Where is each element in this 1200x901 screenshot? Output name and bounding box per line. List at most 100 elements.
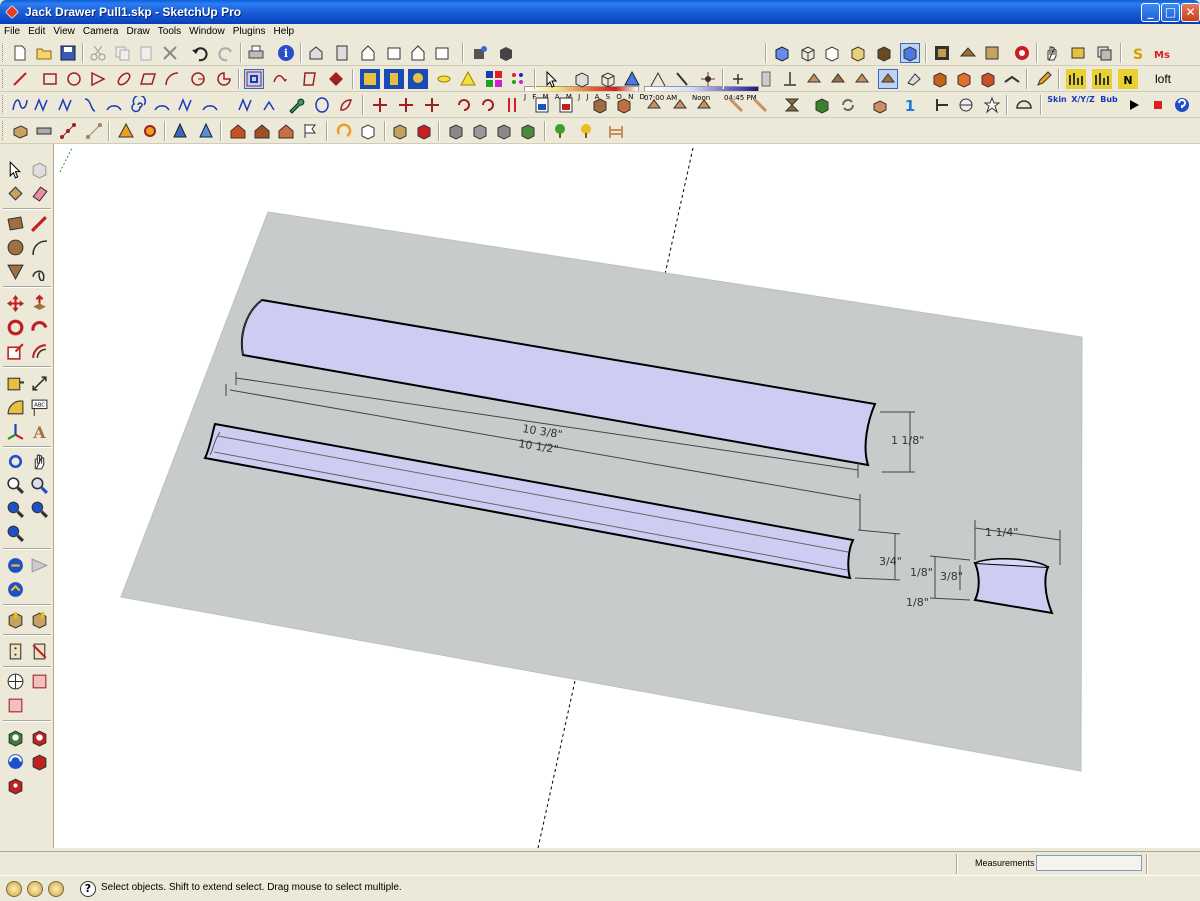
menu-plugins[interactable]: Plugins [229,26,270,37]
sketchy-tool-a-icon[interactable] [804,69,824,89]
box-b-icon[interactable] [614,95,634,115]
move-v-icon[interactable] [396,95,416,115]
eraser-plane-icon[interactable] [904,69,924,89]
stand-icon[interactable] [780,69,800,89]
print-icon[interactable] [246,43,266,63]
toolbar-grip[interactable] [2,69,6,88]
grid-tool-icon[interactable] [384,69,404,89]
rectangle-tool-icon[interactable] [4,212,26,234]
google-earth-4-icon[interactable] [28,750,50,772]
curve-4-icon[interactable] [200,95,220,115]
previous-view-icon[interactable] [28,498,50,520]
copy-icon[interactable] [112,43,132,63]
chain-icon[interactable] [726,95,746,115]
rotate-a-icon[interactable] [454,95,474,115]
block-tool-4-icon[interactable] [1002,69,1022,89]
chart-tool-c-icon[interactable]: N [1118,69,1138,89]
tree-icon[interactable] [550,121,570,141]
materials-icon[interactable] [958,43,978,63]
grid-cube-2-icon[interactable] [470,121,490,141]
toolbar-grip[interactable] [2,43,6,62]
curve-tool-icon[interactable] [80,95,100,115]
zoom-icon[interactable] [4,474,26,496]
house-2-icon[interactable] [252,121,272,141]
curve-5-icon[interactable] [236,95,256,115]
pushpull-tool-icon[interactable] [28,292,50,314]
block-tool-icon[interactable] [930,69,950,89]
cone-icon[interactable] [458,69,478,89]
google-earth-5-icon[interactable] [4,774,26,796]
compass-icon[interactable] [4,670,26,692]
title-bar[interactable]: Jack Drawer Pull1.skp - SketchUp Pro _ □… [0,0,1200,24]
sector-icon[interactable] [188,69,208,89]
section-plane-icon[interactable] [4,608,26,630]
curve-6-icon[interactable] [260,95,280,115]
freehand-icon[interactable] [270,69,290,89]
eraser-icon[interactable] [28,182,50,204]
offset-icon[interactable] [244,69,264,89]
move-n-icon[interactable] [422,95,442,115]
sandbox-2-icon[interactable] [4,694,26,716]
triangle-icon[interactable] [88,69,108,89]
menu-camera[interactable]: Camera [79,26,123,37]
toolbar-grip[interactable] [2,95,6,114]
front-view-icon[interactable] [358,43,378,63]
google-earth-3-icon[interactable] [4,750,26,772]
select-arrow-icon[interactable] [542,69,562,89]
fence-icon[interactable] [606,121,626,141]
zoom-selection-icon[interactable] [4,522,26,544]
box-d-icon[interactable] [670,95,690,115]
xyz-label[interactable]: X/Y/Z [1070,95,1096,115]
user-icon[interactable] [48,881,64,897]
dim-bottom[interactable]: 1/8" [906,596,929,609]
credits-icon[interactable] [27,881,43,897]
line-icon[interactable] [10,69,30,89]
monochrome-icon[interactable] [900,43,920,63]
block-tool-3-icon[interactable] [978,69,998,89]
section-cut-icon[interactable] [28,608,50,630]
close-button[interactable]: ✕ [1181,3,1200,22]
rotate-arc-icon[interactable] [334,121,354,141]
iso-view-icon[interactable] [306,43,326,63]
google-earth-icon[interactable] [4,726,26,748]
right-view-icon[interactable] [384,43,404,63]
cube-white-icon[interactable] [358,121,378,141]
make-component-icon[interactable] [28,158,50,180]
house-icon[interactable] [228,121,248,141]
model-info-icon[interactable]: i [276,43,296,63]
open-folder-icon[interactable] [34,43,54,63]
box-3d-icon[interactable] [572,69,592,89]
open-box-icon[interactable] [870,95,890,115]
flag-icon[interactable] [300,121,320,141]
redo-icon[interactable] [216,43,236,63]
play-icon[interactable] [1124,95,1144,115]
menu-tools[interactable]: Tools [154,26,185,37]
menu-help[interactable]: Help [270,26,299,37]
measure-slash-icon[interactable] [28,640,50,662]
dim-width-end[interactable]: 1 1/4" [985,526,1018,539]
follow-me-icon[interactable] [28,316,50,338]
axis-center-icon[interactable] [698,69,718,89]
select-icon[interactable] [4,158,26,180]
tape-tool-icon[interactable] [1068,43,1088,63]
move-tool-icon[interactable] [4,292,26,314]
oval-icon[interactable] [312,95,332,115]
position-camera-icon[interactable] [4,554,26,576]
3d-text-icon[interactable]: A [28,420,50,442]
polygon-tool-icon[interactable] [4,260,26,282]
gear-star-icon[interactable] [140,121,160,141]
plus-icon[interactable] [728,69,748,89]
drawing-viewport[interactable]: 10 3/8" 10 1/2" 1 1/8" 3/4" 1 1/4" 1/8" … [54,144,1200,848]
refresh-icon[interactable] [838,95,858,115]
components-icon[interactable] [932,43,952,63]
arc-tool-icon[interactable] [104,95,124,115]
color-swatches-icon[interactable] [484,69,504,89]
nodes-2-icon[interactable] [84,121,104,141]
arc-icon[interactable] [162,69,182,89]
dim-height[interactable]: 1 1/8" [891,434,924,447]
look-around-icon[interactable] [28,554,50,576]
hidden-line-icon[interactable] [822,43,842,63]
offset-tool-icon[interactable] [28,340,50,362]
plane-cut-icon[interactable] [932,95,952,115]
dim-top[interactable]: 1/8" [910,566,933,579]
